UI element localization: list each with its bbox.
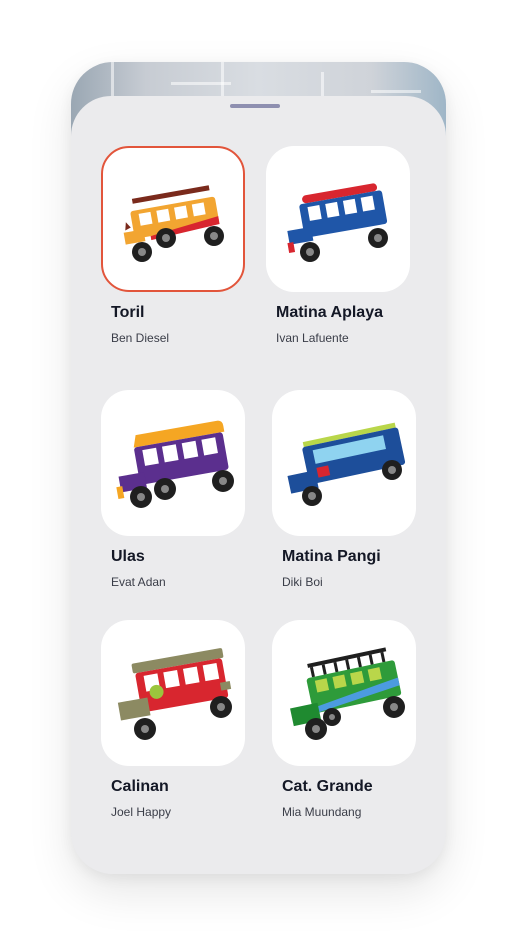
driver-name: Joel Happy <box>111 805 172 819</box>
route-tile[interactable] <box>101 390 245 536</box>
jeepney-green-icon <box>290 647 405 740</box>
route-card-matina-pangi[interactable]: Matina Pangi Diki Boi <box>272 390 418 589</box>
route-name: Matina Pangi <box>282 548 381 565</box>
route-tile[interactable] <box>272 390 416 536</box>
route-card-toril[interactable]: Toril Ben Diesel <box>101 146 247 345</box>
driver-name: Ben Diesel <box>111 331 170 345</box>
jeepney-yellow-purple-icon <box>116 420 234 508</box>
driver-name: Evat Adan <box>111 575 166 589</box>
bottom-sheet: Toril Ben Diesel Matina Aplaya Ivan Lafu… <box>71 96 446 874</box>
route-name: Calinan <box>111 778 169 795</box>
jeepney-orange-red-icon <box>123 185 224 262</box>
jeepney-olive-red-icon <box>117 648 232 740</box>
route-tile[interactable] <box>272 620 416 766</box>
jeepney-blue-lightblue-icon <box>287 422 406 506</box>
route-card-ulas[interactable]: Ulas Evat Adan <box>101 390 247 589</box>
route-tile[interactable] <box>266 146 410 292</box>
route-name: Toril <box>111 304 145 321</box>
route-name: Ulas <box>111 548 145 565</box>
route-card-cat-grande[interactable]: Cat. Grande Mia Muundang <box>272 620 418 819</box>
phone-frame: Toril Ben Diesel Matina Aplaya Ivan Lafu… <box>71 62 446 874</box>
route-tile[interactable] <box>101 146 245 292</box>
jeepney-blue-red-icon <box>287 183 388 262</box>
route-name: Cat. Grande <box>282 778 373 795</box>
driver-name: Mia Muundang <box>282 805 362 819</box>
route-name: Matina Aplaya <box>276 304 383 321</box>
route-card-matina-aplaya[interactable]: Matina Aplaya Ivan Lafuente <box>266 146 412 345</box>
route-tile[interactable] <box>101 620 245 766</box>
route-card-calinan[interactable]: Calinan Joel Happy <box>101 620 247 819</box>
sheet-drag-handle[interactable] <box>230 104 280 108</box>
driver-name: Diki Boi <box>282 575 323 589</box>
driver-name: Ivan Lafuente <box>276 331 349 345</box>
